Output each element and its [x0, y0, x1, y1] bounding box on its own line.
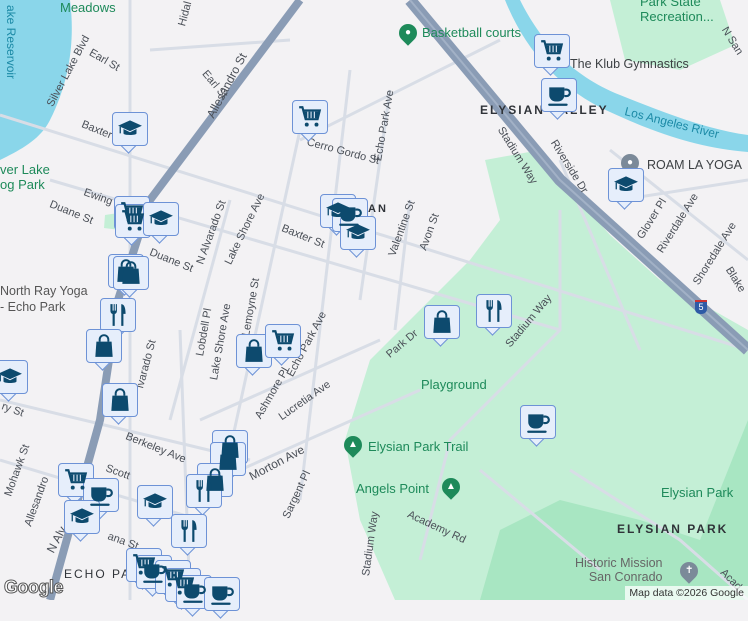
map-marker[interactable]	[143, 202, 179, 246]
shopping-bag-icon	[241, 338, 267, 364]
map-marker[interactable]	[424, 305, 460, 349]
map-marker[interactable]	[265, 324, 301, 368]
grad-cap-icon	[148, 206, 174, 232]
label-angels-point[interactable]: Angels Point	[356, 481, 429, 496]
grad-cap-icon	[69, 504, 95, 530]
label-park-state-rec: Park State Recreation...	[640, 0, 714, 24]
map-marker[interactable]	[171, 514, 207, 558]
shopping-cart-icon	[63, 467, 89, 493]
grad-cap-icon	[142, 489, 168, 515]
marker-box	[100, 298, 136, 332]
marker-box	[176, 575, 212, 609]
i5-shield-icon: 5	[695, 300, 707, 314]
grad-cap-icon	[613, 172, 639, 198]
shopping-bag-icon	[107, 387, 133, 413]
map-marker[interactable]	[86, 329, 122, 373]
shopping-cart-icon	[539, 38, 565, 64]
coffee-cup-icon	[209, 581, 235, 607]
marker-box	[236, 334, 272, 368]
fork-knife-icon	[481, 298, 507, 324]
marker-box	[520, 405, 556, 439]
shopping-bag-icon	[429, 309, 455, 335]
marker-box	[137, 485, 173, 519]
label-playground[interactable]: Playground	[421, 377, 487, 392]
map-marker[interactable]	[64, 500, 100, 544]
label-reservoir: ake Reservoir	[4, 5, 18, 80]
marker-box	[0, 360, 28, 394]
map-marker[interactable]	[102, 383, 138, 427]
map-attribution[interactable]: Map data ©2026 Google	[625, 586, 748, 600]
grad-cap-icon	[117, 116, 143, 142]
map-marker[interactable]	[534, 34, 570, 78]
map-marker[interactable]	[137, 485, 173, 529]
marker-box	[265, 324, 301, 358]
google-logo: Google	[4, 577, 65, 598]
map-marker[interactable]	[292, 100, 328, 144]
coffee-cup-icon	[181, 579, 207, 605]
label-roam-la-yoga[interactable]: ROAM LA YOGA	[647, 158, 742, 172]
fork-knife-icon	[176, 518, 202, 544]
label-elysian-park-trail[interactable]: Elysian Park Trail	[368, 439, 468, 454]
marker-box	[113, 256, 149, 290]
label-echo-park: ECHO PA	[64, 567, 132, 581]
label-north-ray-yoga: North Ray Yoga - Echo Park	[0, 284, 88, 314]
label-elysian-park-poi[interactable]: Elysian Park	[661, 485, 733, 500]
shopping-bag-icon	[91, 333, 117, 359]
marker-box	[204, 577, 240, 611]
grad-cap-icon	[0, 364, 23, 390]
marker-box	[143, 202, 179, 236]
marker-box	[86, 329, 122, 363]
marker-box	[64, 500, 100, 534]
map-marker[interactable]	[476, 294, 512, 338]
marker-box	[608, 168, 644, 202]
marker-box	[292, 100, 328, 134]
grad-cap-icon	[345, 220, 371, 246]
label-silver-lake-dog-park: ver Lake og Park	[0, 162, 50, 192]
marker-box	[476, 294, 512, 328]
marker-box	[115, 204, 151, 238]
shopping-cart-icon	[120, 208, 146, 234]
map-marker[interactable]	[113, 256, 149, 300]
marker-box	[112, 112, 148, 146]
label-klub-gymnastics[interactable]: The Klub Gymnastics	[570, 57, 689, 71]
map-marker[interactable]	[204, 577, 240, 621]
map-marker[interactable]	[0, 360, 28, 404]
marker-box	[424, 305, 460, 339]
fork-knife-icon	[191, 478, 217, 504]
marker-box	[102, 383, 138, 417]
marker-box	[534, 34, 570, 68]
marker-box	[186, 474, 222, 508]
map-marker[interactable]	[112, 112, 148, 156]
fork-knife-icon	[105, 302, 131, 328]
label-elysian-park-hood: ELYSIAN PARK	[617, 522, 729, 536]
shopping-cart-icon	[270, 328, 296, 354]
label-meadows: Meadows	[60, 0, 116, 15]
map-marker[interactable]	[520, 405, 556, 449]
marker-box	[541, 78, 577, 112]
shopping-cart-icon	[297, 104, 323, 130]
map-marker[interactable]	[186, 474, 222, 518]
map-marker[interactable]	[608, 168, 644, 212]
label-historic-mission[interactable]: Historic Mission San Conrado	[575, 556, 663, 584]
map-marker[interactable]	[541, 78, 577, 122]
map-marker[interactable]	[340, 216, 376, 260]
coffee-cup-icon	[525, 409, 551, 435]
map-marker[interactable]	[236, 334, 272, 378]
coffee-cup-icon	[546, 82, 572, 108]
marker-box	[171, 514, 207, 548]
shopping-bag-icon	[118, 260, 144, 286]
marker-box	[340, 216, 376, 250]
label-basketball-courts[interactable]: Basketball courts	[422, 25, 521, 40]
